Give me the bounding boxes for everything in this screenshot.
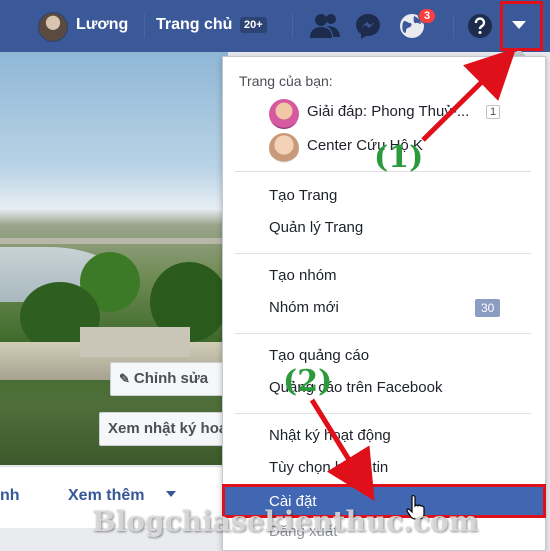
step-2-label: (2) [283, 364, 333, 399]
arrow-to-settings [309, 398, 375, 502]
watermark: Blogchiasekienthuc.com [92, 505, 479, 538]
arrow-to-dropdown [421, 47, 517, 142]
annotation-arrows [309, 47, 517, 502]
step-1-label: (1) [374, 140, 424, 175]
